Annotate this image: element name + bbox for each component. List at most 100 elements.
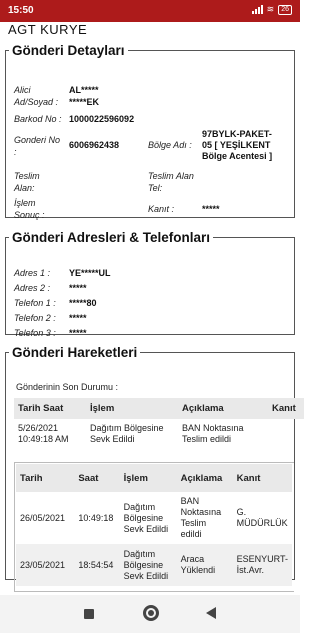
shipment-no-value: 6006962438	[69, 140, 120, 150]
table-row: 5/26/2021 10:49:18 AM Dağıtım Bölgesine …	[14, 419, 304, 449]
cell-description: BAN Noktasına Teslim edildi	[176, 492, 233, 544]
cell-line: Dağıtım	[123, 501, 156, 512]
phone3-value: *****	[69, 328, 87, 338]
section-title: Gönderi Detayları	[12, 43, 125, 58]
app-header: AGT KURYE	[0, 22, 300, 42]
cell-line: Bölgesine	[123, 559, 164, 570]
last-status-label: Gönderinin Son Durumu :	[16, 382, 119, 392]
column-header: İşlem	[119, 464, 177, 492]
cell-operation: Dağıtım Bölgesine Sevk Edildi	[119, 492, 177, 544]
address2-value: *****	[69, 283, 87, 293]
cell-date: 26/05/2021	[16, 492, 75, 544]
cell-line: Yüklendi	[180, 565, 216, 575]
cell-line: edildi	[180, 529, 202, 539]
cell-line: Sevk Edildi	[123, 523, 169, 534]
column-header: Tarih	[16, 464, 75, 492]
cell-line: BAN	[180, 496, 200, 506]
receiver-label: Teslim	[14, 171, 40, 181]
phone1-label: Telefon 1 :	[14, 298, 56, 308]
column-header: Saat	[74, 464, 120, 492]
cell-line: 5/26/2021	[18, 423, 59, 433]
column-header: Tarih Saat	[14, 398, 86, 419]
signal-icon	[251, 5, 263, 14]
address1-label: Adres 1 :	[14, 268, 51, 278]
section-title: Gönderi Hareketleri	[12, 345, 138, 360]
receiver-label-2: Alan:	[14, 183, 35, 193]
receiver-phone-label-2: Tel:	[148, 183, 163, 193]
phone2-label: Telefon 2 :	[14, 313, 56, 323]
address1-value: YE*****UL	[69, 268, 111, 278]
navigation-bar	[0, 595, 300, 633]
cell-line: 10:49:18 AM	[18, 434, 69, 444]
phone2-value: *****	[69, 313, 87, 323]
table-row: 23/05/2021 18:54:54 Dağıtım Bölgesine Se…	[16, 544, 292, 586]
cell-date: 23/05/2021	[16, 544, 75, 586]
name-label: Ad/Soyad :	[14, 97, 59, 107]
phone3-label: Telefon 3 :	[14, 328, 56, 338]
cell-line: Sevk Edildi	[123, 570, 169, 581]
cell-proof	[268, 419, 304, 449]
shipment-no-label: Gonderi No	[14, 135, 61, 145]
shipment-no-label-colon: :	[14, 147, 17, 157]
history-table: Tarih Saat İşlem Açıklama Kanıt 26/05/20…	[16, 464, 292, 586]
shipment-details-section: Gönderi Detayları Alici AL***** Ad/Soyad…	[5, 43, 295, 220]
app-title: AGT KURYE	[8, 22, 88, 37]
table-header-row: Tarih Saat İşlem Açıklama Kanıt	[14, 398, 304, 419]
region-value-line1: 97BYLK-PAKET-	[202, 129, 272, 139]
cell-description: BAN Noktasına Teslim edildi	[178, 419, 268, 449]
result-label-2: Sonuç :	[14, 210, 45, 220]
cell-operation: Dağıtım Bölgesine Sevk Edildi	[86, 419, 178, 449]
cell-line: Teslim	[180, 518, 207, 528]
barcode-value: 1000022596092	[69, 114, 135, 124]
region-value-line2: 05 [ YEŞİLKENT	[202, 140, 271, 150]
recipient-label: Alici	[14, 85, 31, 95]
column-header: Açıklama	[178, 398, 268, 419]
region-label: Bölge Adı :	[148, 140, 192, 150]
wifi-icon: ≋	[266, 4, 275, 14]
cell-line: G.	[236, 507, 247, 517]
barcode-label: Barkod No :	[14, 114, 62, 124]
cell-line: Araca	[180, 554, 205, 564]
cell-time: 10:49:18	[74, 492, 120, 544]
cell-line: Teslim edildi	[182, 434, 232, 444]
status-bar: 15:50 ≋ 26	[0, 0, 300, 22]
column-header: İşlem	[86, 398, 178, 419]
section-title: Gönderi Adresleri & Telefonları	[12, 230, 211, 245]
cell-proof: ESENYURT- İst.Avr.	[232, 544, 292, 586]
home-icon[interactable]	[143, 605, 159, 621]
column-header: Kanıt	[232, 464, 292, 492]
cell-line: Noktasına	[180, 507, 222, 517]
cell-operation: Dağıtım Bölgesine Sevk Edildi	[119, 544, 177, 586]
result-label: İşlem	[14, 198, 36, 208]
cell-line: BAN Noktasına	[182, 423, 244, 433]
table-header-row: Tarih Saat İşlem Açıklama Kanıt	[16, 464, 292, 492]
cell-line: Sevk Edildi	[90, 434, 135, 444]
cell-description: Araca Yüklendi	[176, 544, 233, 586]
cell-line: Dağıtım	[123, 548, 156, 559]
proof-label: Kanıt :	[148, 204, 175, 214]
cell-date: 5/26/2021 10:49:18 AM	[14, 419, 86, 449]
last-status-table: Tarih Saat İşlem Açıklama Kanıt 5/26/202…	[14, 398, 304, 449]
status-time: 15:50	[8, 5, 34, 16]
recipient-value: AL*****	[69, 85, 99, 95]
status-icons: ≋ 26	[251, 4, 292, 15]
cell-line: İst.Avr.	[236, 565, 264, 575]
address2-label: Adres 2 :	[14, 283, 51, 293]
proof-value: *****	[202, 204, 220, 214]
column-header: Kanıt	[268, 398, 304, 419]
battery-icon: 26	[278, 4, 292, 15]
recents-icon[interactable]	[84, 609, 94, 619]
addresses-section: Gönderi Adresleri & Telefonları Adres 1 …	[5, 230, 295, 338]
movements-section: Gönderi Hareketleri Gönderinin Son Durum…	[5, 345, 304, 592]
table-row: 26/05/2021 10:49:18 Dağıtım Bölgesine Se…	[16, 492, 292, 544]
phone1-value: *****80	[69, 298, 97, 308]
cell-time: 18:54:54	[74, 544, 120, 586]
cell-line: ESENYURT-	[236, 554, 288, 564]
back-icon[interactable]	[206, 607, 216, 619]
cell-line: Bölgesine	[123, 512, 164, 523]
receiver-phone-label: Teslim Alan	[148, 171, 194, 181]
region-value-line3: Bölge Acentesi ]	[202, 151, 273, 161]
name-value: *****EK	[69, 97, 100, 107]
column-header: Açıklama	[176, 464, 233, 492]
cell-line: Dağıtım Bölgesine	[90, 423, 164, 433]
